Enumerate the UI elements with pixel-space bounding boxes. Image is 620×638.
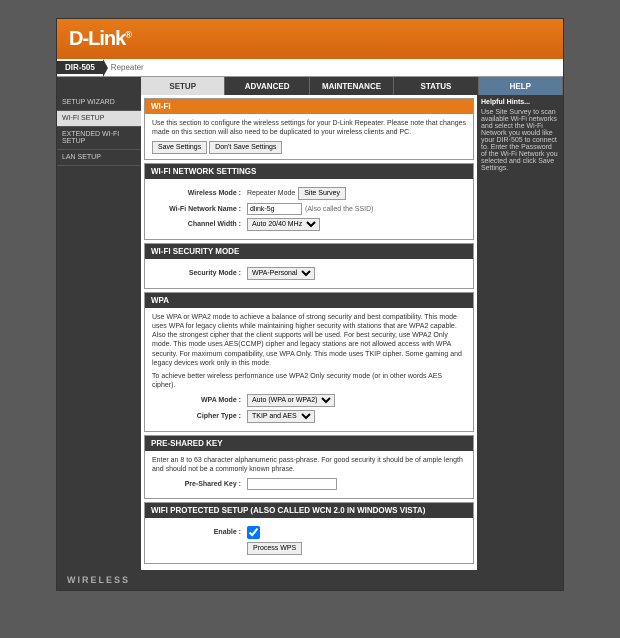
wps-enable-label: Enable :	[152, 528, 247, 537]
wpa-desc-1: Use WPA or WPA2 mode to achieve a balanc…	[152, 313, 466, 368]
wireless-mode-label: Wireless Mode :	[152, 189, 247, 198]
section-wifi-header: WI-FI	[145, 99, 473, 114]
main-content: WI-FI Use this section to configure the …	[141, 95, 477, 570]
sidebar: SETUP WIZARD WI-FI SETUP EXTENDED WI-FI …	[57, 95, 141, 570]
sidebar-item-extended[interactable]: EXTENDED WI-FI SETUP	[57, 127, 141, 150]
header: D-Link®	[57, 19, 563, 59]
section-wps-header: WIFI PROTECTED SETUP (ALSO CALLED WCN 2.…	[145, 503, 473, 518]
wireless-mode-value: Repeater Mode	[247, 189, 295, 198]
security-mode-select[interactable]: WPA-Personal	[247, 267, 315, 280]
channel-width-select[interactable]: Auto 20/40 MHz	[247, 218, 320, 231]
wpa-mode-label: WPA Mode :	[152, 396, 247, 405]
tab-maintenance[interactable]: MAINTENANCE	[310, 77, 394, 95]
section-security-header: WI-FI SECURITY MODE	[145, 244, 473, 259]
sidebar-item-wizard[interactable]: SETUP WIZARD	[57, 95, 141, 111]
sidebar-item-lan[interactable]: LAN SETUP	[57, 150, 141, 166]
section-wpa-header: WPA	[145, 293, 473, 308]
psk-label: Pre-Shared Key :	[152, 480, 247, 489]
sidebar-item-wifi[interactable]: WI-FI SETUP	[57, 111, 141, 127]
section-psk-header: PRE-SHARED KEY	[145, 436, 473, 451]
wifi-desc: Use this section to configure the wirele…	[152, 119, 466, 137]
cipher-type-select[interactable]: TKIP and AES	[247, 410, 315, 423]
network-name-input[interactable]	[247, 203, 302, 215]
brand-logo: D-Link®	[69, 28, 131, 51]
security-mode-label: Security Mode :	[152, 269, 247, 278]
section-network-header: WI-FI NETWORK SETTINGS	[145, 164, 473, 179]
top-tabs: SETUP ADVANCED MAINTENANCE STATUS HELP	[57, 77, 563, 95]
hints-title: Helpful Hints...	[481, 99, 559, 106]
dont-save-button[interactable]: Don't Save Settings	[209, 141, 282, 154]
cipher-type-label: Cipher Type :	[152, 412, 247, 421]
model-label: DIR-505	[57, 61, 103, 74]
wpa-mode-select[interactable]: Auto (WPA or WPA2)	[247, 394, 335, 407]
channel-width-label: Channel Width :	[152, 220, 247, 229]
wps-enable-checkbox[interactable]	[247, 526, 260, 539]
psk-input[interactable]	[247, 478, 337, 490]
ssid-note: (Also called the SSID)	[305, 205, 373, 214]
network-name-label: Wi-Fi Network Name :	[152, 205, 247, 214]
save-settings-button[interactable]: Save Settings	[152, 141, 207, 154]
tab-setup[interactable]: SETUP	[141, 77, 225, 95]
psk-desc: Enter an 8 to 63 character alphanumeric …	[152, 456, 466, 474]
site-survey-button[interactable]: Site Survey	[298, 187, 346, 200]
tab-help[interactable]: HELP	[479, 77, 563, 95]
tab-advanced[interactable]: ADVANCED	[225, 77, 309, 95]
model-mode: Repeater	[111, 63, 144, 72]
hints-panel: Helpful Hints... Use Site Survey to scan…	[477, 95, 563, 570]
tab-status[interactable]: STATUS	[394, 77, 478, 95]
model-bar: DIR-505 Repeater	[57, 59, 563, 77]
footer: WIRELESS	[57, 570, 563, 590]
process-wps-button[interactable]: Process WPS	[247, 542, 302, 555]
wpa-desc-2: To achieve better wireless performance u…	[152, 372, 466, 390]
hints-body: Use Site Survey to scan available Wi-Fi …	[481, 109, 559, 172]
